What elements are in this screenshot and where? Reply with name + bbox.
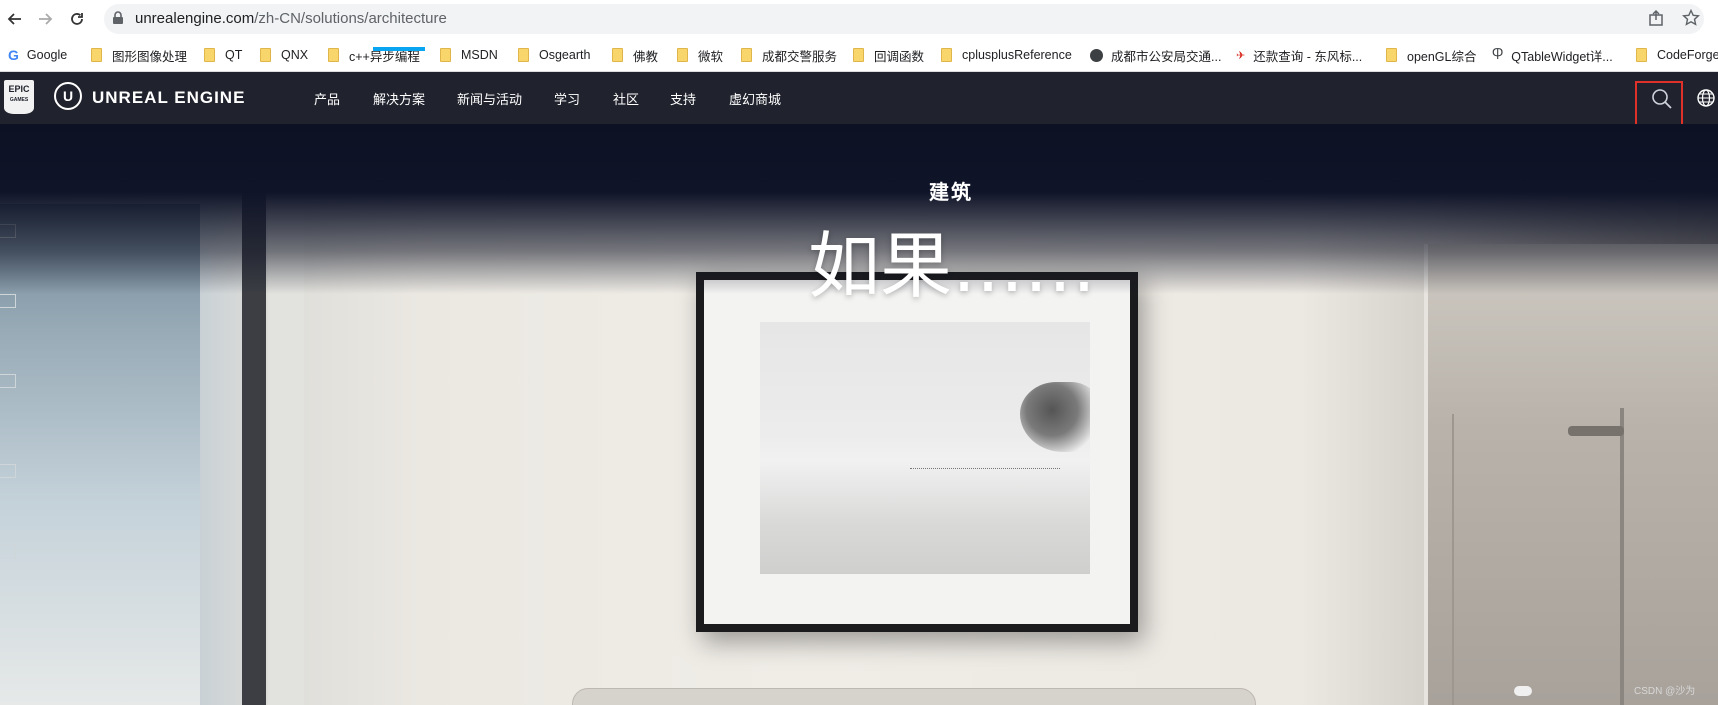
bookmark-item[interactable]: ✈ 还款查询 - 东风标... (1236, 46, 1362, 64)
bookmark-item[interactable]: QNX (260, 46, 308, 64)
google-icon: G (8, 47, 19, 63)
nav-item-products[interactable]: 产品 (314, 89, 340, 108)
active-nav-indicator (373, 47, 425, 51)
folder-icon (518, 48, 529, 62)
url-host: unrealengine.com (135, 10, 255, 27)
bookmark-item[interactable]: cplusplusReference (941, 46, 1072, 64)
toggle-control[interactable] (1514, 686, 1532, 696)
shower-pipe (1620, 408, 1624, 705)
balcony-detail (0, 464, 16, 478)
forward-arrow-icon[interactable] (34, 8, 56, 30)
shower-wall (1424, 244, 1718, 705)
folder-icon (1386, 48, 1397, 62)
nav-item-marketplace[interactable]: 虚幻商城 (729, 89, 781, 108)
brand-name[interactable]: UNREAL ENGINE (92, 88, 245, 108)
folder-icon (204, 48, 215, 62)
bookmark-item[interactable]: Osgearth (518, 46, 590, 64)
folder-icon (853, 48, 864, 62)
nav-item-news-events[interactable]: 新闻与活动 (457, 89, 522, 108)
folder-icon (677, 48, 688, 62)
bookmark-item[interactable]: 回调函数 (853, 46, 924, 64)
hero-subtitle-wrap: 建筑 (0, 176, 1718, 205)
hero-subtitle: 建筑 (929, 180, 973, 204)
bookmark-item[interactable]: MSDN (440, 46, 498, 64)
bookmark-star-icon[interactable] (1682, 9, 1700, 27)
photo-trees (1020, 382, 1090, 452)
share-icon[interactable] (1648, 9, 1666, 27)
bookmark-item[interactable]: G Google (8, 46, 67, 64)
nav-item-support[interactable]: 支持 (670, 89, 696, 108)
folder-icon (440, 48, 451, 62)
language-globe-icon[interactable] (1696, 88, 1716, 108)
reload-icon[interactable] (66, 8, 88, 30)
back-arrow-icon[interactable] (4, 8, 26, 30)
unreal-logo-icon[interactable]: U (54, 82, 82, 110)
bookmark-item[interactable]: 佛教 (612, 46, 658, 64)
url-path: /zh-CN/solutions/architecture (254, 10, 447, 27)
nav-item-solutions[interactable]: 解决方案 (373, 89, 425, 108)
picture-mat (704, 280, 1130, 624)
beach-photo (760, 322, 1090, 574)
folder-icon (1636, 48, 1647, 62)
bookmark-item[interactable]: Ⴔ QTableWidget详... (1492, 46, 1613, 64)
bookmark-item[interactable]: CodeForge (1636, 46, 1718, 64)
search-icon[interactable] (1651, 88, 1673, 110)
bookmarks-bar: G Google 图形图像处理 QT QNX c++异步编程 MSDN Osgea… (0, 38, 1718, 72)
sofa (572, 688, 1256, 705)
site-header: EPIC GAMES U UNREAL ENGINE 产品 解决方案 新闻与活动 … (0, 72, 1718, 124)
browser-toolbar: unrealengine.com/zh-CN/solutions/archite… (0, 0, 1718, 38)
bookmark-item[interactable]: openGL综合 (1386, 46, 1476, 64)
nav-item-learn[interactable]: 学习 (554, 89, 580, 108)
picture-frame (696, 272, 1138, 632)
photo-pier (910, 468, 1060, 470)
folder-icon (328, 48, 339, 62)
lock-icon (113, 11, 123, 24)
bookmark-item[interactable]: 图形图像处理 (91, 46, 187, 64)
folder-icon (941, 48, 952, 62)
watermark: CSDN @沙为 (1634, 686, 1696, 697)
folder-icon (91, 48, 102, 62)
balcony-detail (0, 374, 16, 388)
folder-icon (260, 48, 271, 62)
bookmark-item[interactable]: 成都交警服务 (741, 46, 837, 64)
q-icon: Ⴔ (1492, 47, 1504, 62)
brand-icon: ✈ (1236, 49, 1246, 62)
shower-head (1568, 426, 1624, 436)
folder-icon (741, 48, 752, 62)
epic-games-logo[interactable]: EPIC GAMES (4, 80, 34, 114)
nav-item-community[interactable]: 社区 (613, 89, 639, 108)
url-text[interactable]: unrealengine.com/zh-CN/solutions/archite… (135, 10, 447, 27)
folder-icon (612, 48, 623, 62)
hero-title: 如果…… (807, 224, 1096, 308)
bookmark-item[interactable]: QT (204, 46, 242, 64)
hero-banner (0, 124, 1718, 705)
bookmark-item[interactable]: 成都市公安局交通... (1090, 46, 1221, 64)
globe-icon (1090, 48, 1103, 62)
shower-glass-edge (1452, 414, 1454, 705)
balcony-detail (0, 544, 16, 558)
bookmark-item[interactable]: 微软 (677, 46, 723, 64)
